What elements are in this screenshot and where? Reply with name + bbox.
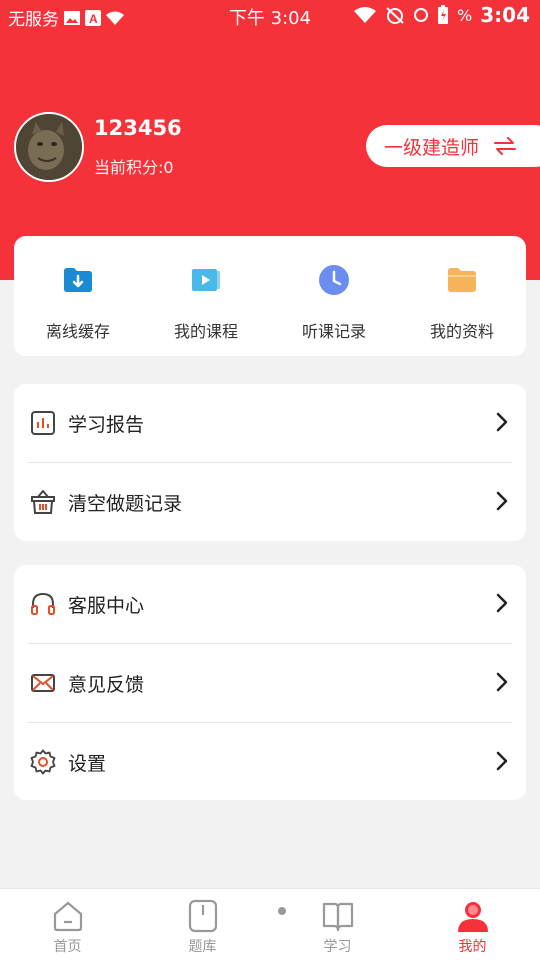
- quick-action-label: 离线缓存: [45, 322, 110, 341]
- my-materials-button[interactable]: 我的资料: [398, 236, 526, 356]
- headphones-icon: [31, 592, 55, 615]
- tab-label: 我的: [458, 939, 487, 955]
- trash-basket-icon: [31, 490, 55, 514]
- tab-label: 学习: [323, 939, 352, 955]
- folder-icon: [448, 268, 476, 292]
- status-right: % 3:04: [353, 3, 530, 27]
- tab-study[interactable]: 学习: [270, 889, 405, 961]
- menu-group-1: 学习报告 清空做题记录: [14, 384, 526, 541]
- user-icon: [457, 902, 488, 932]
- avatar[interactable]: [14, 112, 84, 182]
- chevron-right-icon: [496, 672, 508, 692]
- report-chart-icon: [31, 411, 55, 435]
- chevron-right-icon: [496, 491, 508, 511]
- username: 123456: [94, 116, 182, 140]
- menu-item-customer-service[interactable]: 客服中心: [14, 565, 526, 643]
- quick-actions-card: 离线缓存 我的课程 听课记录 我的资料: [14, 236, 526, 356]
- menu-item-study-report[interactable]: 学习报告: [14, 384, 526, 462]
- my-courses-button[interactable]: 我的课程: [142, 236, 270, 356]
- menu-item-feedback[interactable]: 意见反馈: [14, 644, 526, 722]
- alarm-off-icon: [386, 7, 404, 24]
- menu-item-label: 客服中心: [68, 595, 145, 617]
- tab-mine[interactable]: 我的: [405, 889, 540, 961]
- book-icon: [322, 902, 353, 932]
- menu-item-label: 清空做题记录: [68, 493, 183, 515]
- quick-action-label: 我的资料: [429, 322, 494, 341]
- listen-records-button[interactable]: 听课记录: [270, 236, 398, 356]
- chevron-right-icon: [496, 412, 508, 432]
- indicator-dot: [278, 907, 286, 915]
- envelope-icon: [31, 674, 55, 692]
- menu-group-2: 客服中心 意见反馈 设置: [14, 565, 526, 800]
- chevron-right-icon: [496, 751, 508, 771]
- battery-icon: [438, 5, 449, 24]
- swap-arrows-icon: [494, 137, 517, 155]
- menu-item-settings[interactable]: 设置: [14, 723, 526, 801]
- battery-percent: %: [457, 5, 473, 25]
- quick-action-label: 我的课程: [173, 322, 238, 341]
- menu-item-clear-records[interactable]: 清空做题记录: [14, 463, 526, 541]
- clock-icon: [319, 265, 349, 295]
- switch-exam-button[interactable]: 一级建造师: [366, 125, 540, 167]
- points-label: 当前积分:: [94, 158, 164, 177]
- bottom-tab-bar: 首页 题库 学习 我的: [0, 888, 540, 961]
- quick-action-label: 听课记录: [301, 322, 366, 341]
- tab-label: 首页: [53, 939, 82, 955]
- chevron-right-icon: [496, 593, 508, 613]
- home-icon: [53, 901, 82, 932]
- tab-home[interactable]: 首页: [0, 889, 135, 961]
- sync-icon: [414, 8, 429, 22]
- menu-item-label: 学习报告: [68, 414, 145, 436]
- menu-item-label: 设置: [68, 753, 107, 775]
- cat-photo-icon: [16, 114, 82, 180]
- points-display: 当前积分:0: [94, 154, 174, 178]
- gear-icon: [30, 749, 56, 775]
- question-bank-icon: [188, 899, 217, 933]
- status-clock: 3:04: [480, 3, 530, 27]
- offline-cache-button[interactable]: 离线缓存: [14, 236, 142, 356]
- wifi-icon: [354, 7, 377, 23]
- download-folder-icon: [64, 268, 92, 292]
- exam-type-label: 一级建造师: [384, 136, 480, 159]
- status-bar: 无服务 A 下午 3:04 % 3:04: [0, 0, 540, 32]
- points-value: 0: [163, 158, 174, 177]
- tab-label: 题库: [188, 939, 217, 955]
- tab-question-bank[interactable]: 题库: [135, 889, 270, 961]
- video-course-icon: [192, 269, 220, 291]
- menu-item-label: 意见反馈: [68, 674, 145, 696]
